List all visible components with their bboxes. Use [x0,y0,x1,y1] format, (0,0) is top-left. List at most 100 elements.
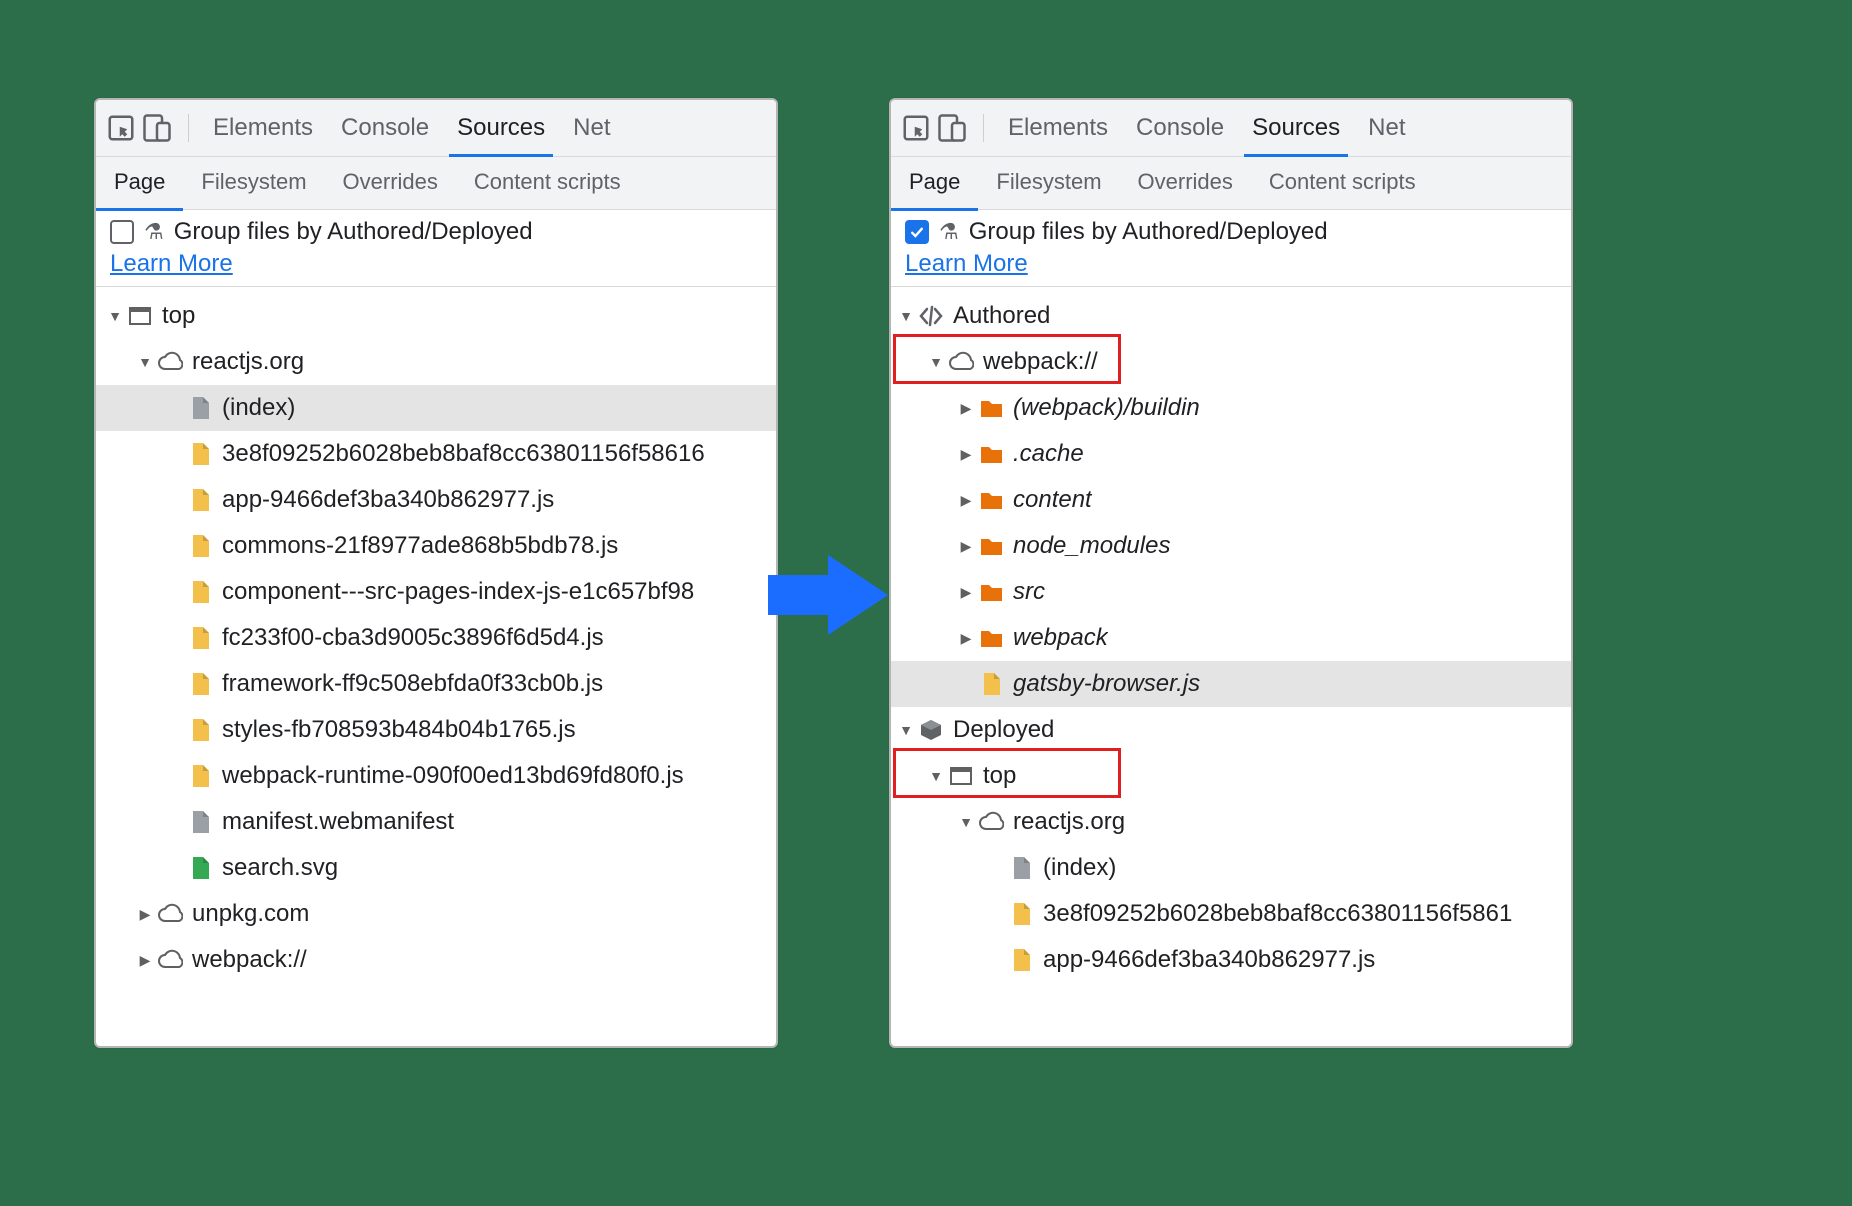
file-icon [1007,946,1035,974]
file-icon [1007,900,1035,928]
subtab-page[interactable]: Page [891,156,978,211]
disclosure-triangle-icon[interactable] [136,906,154,923]
transition-arrow-icon [768,550,888,640]
disclosure-triangle-icon[interactable] [927,354,945,370]
disclosure-triangle-icon[interactable] [957,538,975,555]
tab-console[interactable]: Console [1122,100,1238,156]
tree-domain[interactable]: webpack:// [96,937,776,983]
disclosure-triangle-icon[interactable] [957,814,975,830]
tree-file[interactable]: commons-21f8977ade868b5bdb78.js [96,523,776,569]
subtab-filesystem[interactable]: Filesystem [978,156,1119,211]
file-icon [977,670,1005,698]
tree-origin[interactable]: webpack:// [891,339,1571,385]
tree-domain[interactable]: reactjs.org [96,339,776,385]
tree-group-deployed[interactable]: Deployed [891,707,1571,753]
tree-domain[interactable]: unpkg.com [96,891,776,937]
tab-sources[interactable]: Sources [443,100,559,156]
file-tree: top reactjs.org (index) 3e8f09252b6028be… [96,287,776,987]
tree-file[interactable]: (index) [891,845,1571,891]
disclosure-triangle-icon[interactable] [957,492,975,509]
tree-file[interactable]: styles-fb708593b484b04b1765.js [96,707,776,753]
tree-label: reactjs.org [1013,808,1125,836]
learn-more-link[interactable]: Learn More [905,250,1028,278]
subtab-overrides[interactable]: Overrides [325,156,456,211]
tree-label: webpack-runtime-090f00ed13bd69fd80f0.js [222,762,684,790]
tab-elements[interactable]: Elements [994,100,1122,156]
tree-frame-top[interactable]: top [96,293,776,339]
tab-console[interactable]: Console [327,100,443,156]
frame-icon [126,302,154,330]
group-by-checkbox[interactable] [110,220,134,244]
tree-file[interactable]: search.svg [96,845,776,891]
file-icon [186,486,214,514]
tree-file[interactable]: framework-ff9c508ebfda0f33cb0b.js [96,661,776,707]
tab-elements[interactable]: Elements [199,100,327,156]
tree-label: top [162,302,195,330]
subtab-filesystem[interactable]: Filesystem [183,156,324,211]
tree-label: fc233f00-cba3d9005c3896f6d5d4.js [222,624,604,652]
tree-file[interactable]: webpack-runtime-090f00ed13bd69fd80f0.js [96,753,776,799]
tree-group-authored[interactable]: Authored [891,293,1571,339]
tree-folder[interactable]: .cache [891,431,1571,477]
folder-icon [977,394,1005,422]
tree-file[interactable]: app-9466def3ba340b862977.js [891,937,1571,983]
disclosure-triangle-icon[interactable] [136,952,154,969]
subtab-overrides[interactable]: Overrides [1120,156,1251,211]
tree-label: (webpack)/buildin [1013,394,1200,422]
tree-label: webpack:// [192,946,307,974]
tree-folder[interactable]: content [891,477,1571,523]
tree-folder[interactable]: src [891,569,1571,615]
group-by-checkbox[interactable] [905,220,929,244]
tree-file[interactable]: gatsby-browser.js [891,661,1571,707]
tree-label: app-9466def3ba340b862977.js [1043,946,1375,974]
file-icon [186,578,214,606]
tab-sources[interactable]: Sources [1238,100,1354,156]
main-tabstrip: Elements Console Sources Net [96,100,776,157]
tree-label: (index) [222,394,295,422]
file-icon [186,532,214,560]
tree-label: unpkg.com [192,900,309,928]
disclosure-triangle-icon[interactable] [957,630,975,647]
tree-domain[interactable]: reactjs.org [891,799,1571,845]
tree-file[interactable]: fc233f00-cba3d9005c3896f6d5d4.js [96,615,776,661]
tab-network[interactable]: Net [559,100,624,156]
group-by-label: Group files by Authored/Deployed [969,218,1328,246]
tree-folder[interactable]: (webpack)/buildin [891,385,1571,431]
disclosure-triangle-icon[interactable] [106,308,124,324]
tree-file[interactable]: app-9466def3ba340b862977.js [96,477,776,523]
learn-more-link[interactable]: Learn More [110,250,233,278]
group-by-setting: ⚗ Group files by Authored/Deployed Learn… [96,210,776,287]
disclosure-triangle-icon[interactable] [897,308,915,324]
tree-label: search.svg [222,854,338,882]
tree-file[interactable]: 3e8f09252b6028beb8baf8cc63801156f5861 [891,891,1571,937]
disclosure-triangle-icon[interactable] [957,446,975,463]
device-toolbar-icon[interactable] [142,113,172,143]
tree-file[interactable]: 3e8f09252b6028beb8baf8cc63801156f58616 [96,431,776,477]
folder-icon [977,532,1005,560]
disclosure-triangle-icon[interactable] [957,584,975,601]
file-icon [186,808,214,836]
inspect-icon[interactable] [106,113,136,143]
disclosure-triangle-icon[interactable] [136,354,154,370]
tree-label: 3e8f09252b6028beb8baf8cc63801156f58616 [222,440,705,468]
inspect-icon[interactable] [901,113,931,143]
disclosure-triangle-icon[interactable] [897,722,915,738]
tree-folder[interactable]: webpack [891,615,1571,661]
subtab-contentscripts[interactable]: Content scripts [1251,156,1434,211]
tree-file[interactable]: component---src-pages-index-js-e1c657bf9… [96,569,776,615]
frame-icon [947,762,975,790]
disclosure-triangle-icon[interactable] [927,768,945,784]
tree-folder[interactable]: node_modules [891,523,1571,569]
subtab-page[interactable]: Page [96,156,183,211]
device-toolbar-icon[interactable] [937,113,967,143]
tree-file[interactable]: (index) [96,385,776,431]
tab-network[interactable]: Net [1354,100,1419,156]
tree-frame-top[interactable]: top [891,753,1571,799]
tree-file[interactable]: manifest.webmanifest [96,799,776,845]
cloud-icon [947,348,975,376]
subtab-contentscripts[interactable]: Content scripts [456,156,639,211]
disclosure-triangle-icon[interactable] [957,400,975,417]
experiment-icon: ⚗ [144,219,164,245]
experiment-icon: ⚗ [939,219,959,245]
tree-label: manifest.webmanifest [222,808,454,836]
